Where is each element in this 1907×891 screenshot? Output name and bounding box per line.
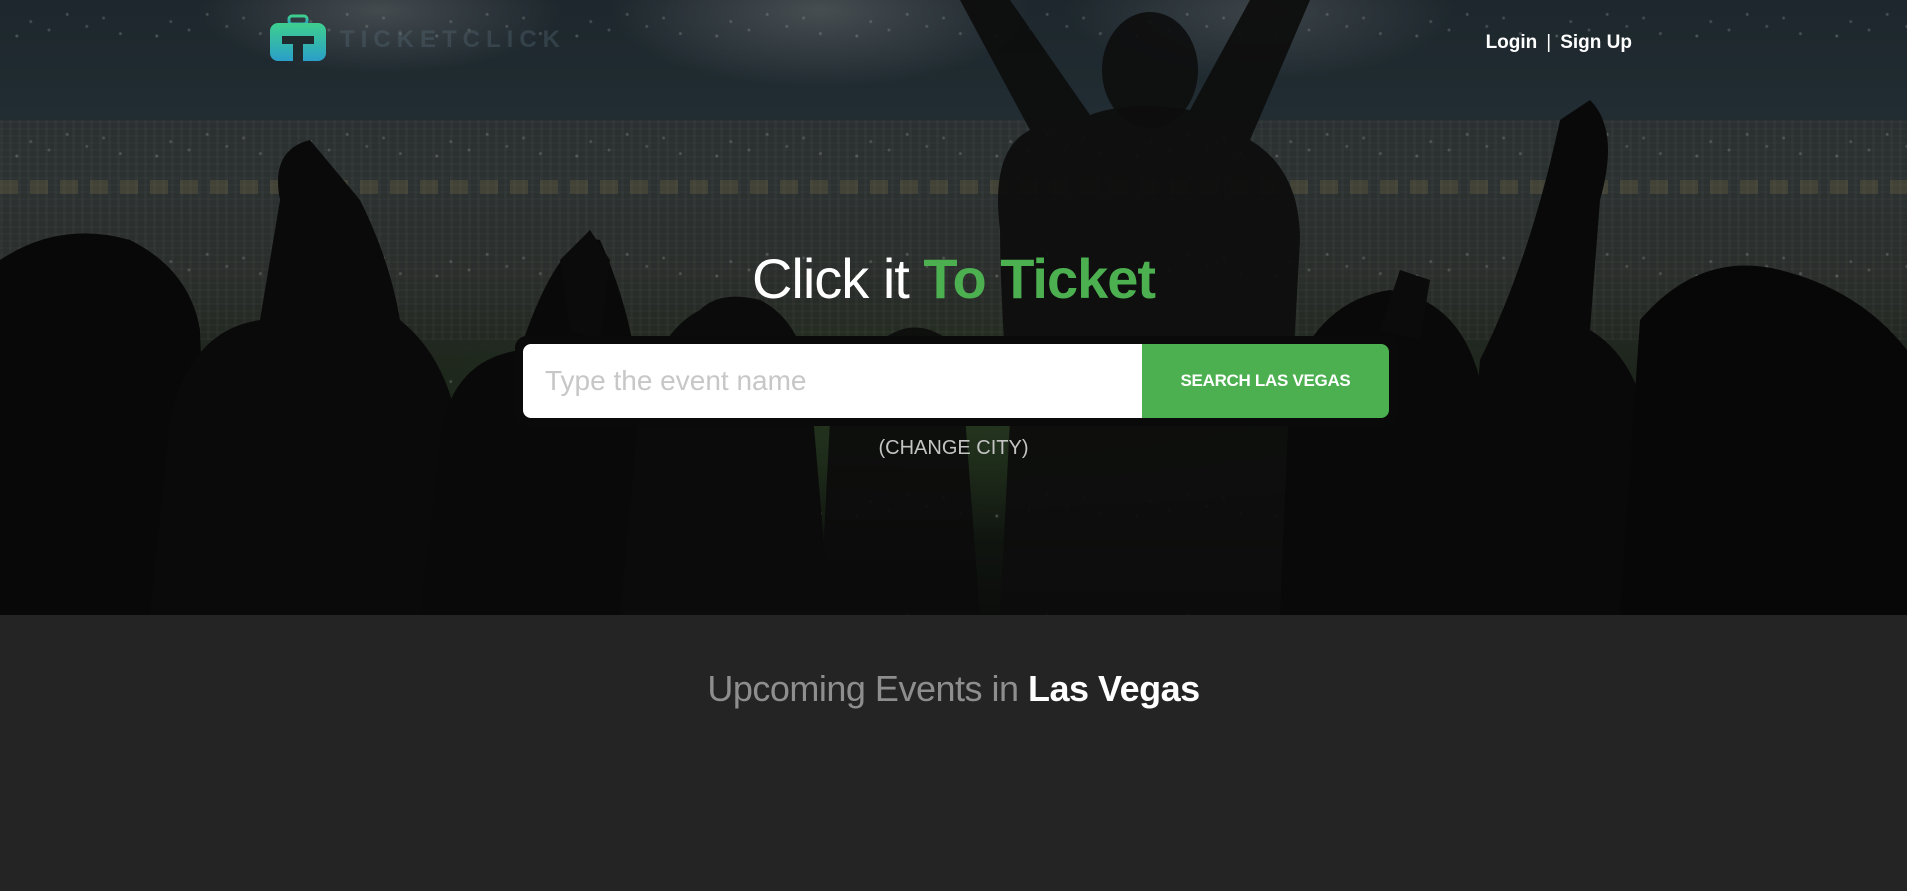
auth-links: Login | Sign Up xyxy=(1486,32,1632,54)
event-search-bar: SEARCH LAS VEGAS xyxy=(515,336,1397,426)
auth-separator: | xyxy=(1546,32,1552,53)
upcoming-prefix: Upcoming Events in xyxy=(707,668,1029,709)
hero-headline: Click it To Ticket xyxy=(0,244,1907,314)
headline-accent: To Ticket xyxy=(923,247,1156,310)
change-city-link[interactable]: (CHANGE CITY) xyxy=(0,437,1907,460)
login-link[interactable]: Login xyxy=(1486,32,1538,54)
ticket-bag-logo-icon[interactable] xyxy=(268,14,328,64)
logo-wordmark: TICKETCLICK xyxy=(340,26,566,53)
signup-link[interactable]: Sign Up xyxy=(1560,32,1632,54)
search-button[interactable]: SEARCH LAS VEGAS xyxy=(1142,344,1389,418)
headline-prefix: Click it xyxy=(751,247,924,310)
event-search-input[interactable] xyxy=(523,344,1142,418)
page: TICKETCLICK Login | Sign Up Click it To … xyxy=(0,0,1907,891)
upcoming-city: Las Vegas xyxy=(1028,668,1200,709)
upcoming-events-heading: Upcoming Events in Las Vegas xyxy=(0,668,1907,710)
